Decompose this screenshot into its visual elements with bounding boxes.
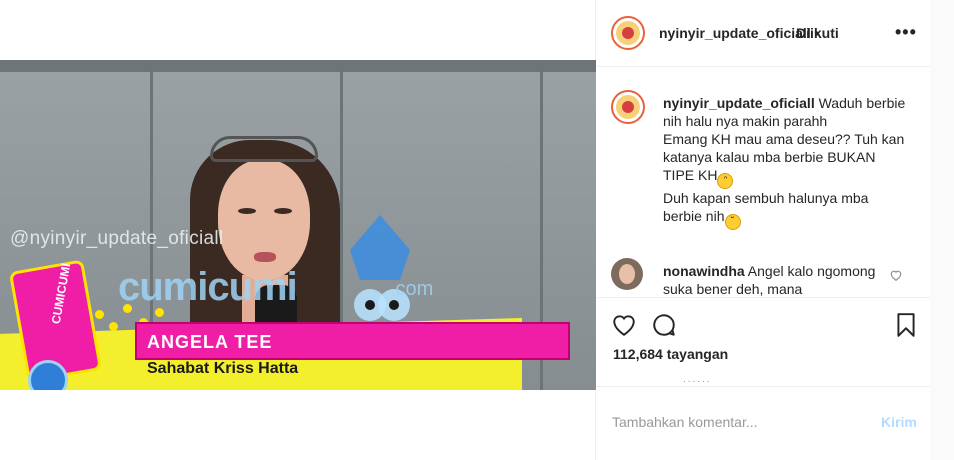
video-player[interactable]: @nyinyir_update_oficiall cumicumi .com C… xyxy=(0,60,596,390)
post-caption: nyinyir_update_oficiall Waduh berbie nih… xyxy=(663,94,908,230)
caption-author-avatar[interactable] xyxy=(611,90,645,124)
comments-section[interactable]: nyinyir_update_oficiall Waduh berbie nih… xyxy=(597,68,930,296)
person-face xyxy=(218,160,310,280)
lower-third-role: Sahabat Kriss Hatta xyxy=(147,360,299,377)
more-options-icon[interactable]: ••• xyxy=(895,23,917,41)
avatar-image xyxy=(616,95,640,119)
caption-line-2: Emang KH mau ama deseu?? Tuh kan katanya… xyxy=(663,131,905,183)
person-eye xyxy=(238,208,256,214)
channel-badge-text: CUMICUMI xyxy=(48,262,74,326)
instagram-post: @nyinyir_update_oficiall cumicumi .com C… xyxy=(0,0,930,460)
squid-mascot-icon xyxy=(350,215,410,321)
author-avatar[interactable] xyxy=(611,16,645,50)
pensive-emoji-icon: ˘ xyxy=(724,214,741,230)
add-comment-bar: Kirim xyxy=(597,386,930,460)
comment-bubble-icon[interactable] xyxy=(651,312,677,338)
video-watermark: @nyinyir_update_oficiall xyxy=(10,228,224,249)
person-eye xyxy=(274,208,292,214)
view-count[interactable]: 112,684 tayangan xyxy=(613,346,728,362)
post-media[interactable]: @nyinyir_update_oficiall cumicumi .com C… xyxy=(0,0,596,460)
video-ceiling-strip xyxy=(0,60,596,72)
comment-input[interactable] xyxy=(612,407,862,437)
send-comment-button[interactable]: Kirim xyxy=(881,414,917,430)
person-mouth xyxy=(254,252,276,262)
brand-logo-suffix: .com xyxy=(390,278,434,300)
sunglasses-on-head xyxy=(210,136,318,162)
grinning-sweat-emoji-icon: ᵔ xyxy=(717,173,734,189)
timestamp-placeholder: ...... xyxy=(683,374,712,385)
caption-line-3: Duh kapan sembuh halunya mba berbie nih xyxy=(663,190,869,224)
commenter-username[interactable]: nonawindha xyxy=(663,263,745,279)
avatar-image xyxy=(616,21,640,45)
post-header: nyinyir_update_oficiall • Diikuti ••• xyxy=(597,0,930,67)
like-comment-heart-icon[interactable] xyxy=(889,268,903,282)
commenter-avatar[interactable] xyxy=(611,258,643,290)
post-side-panel: nyinyir_update_oficiall • Diikuti ••• ny… xyxy=(597,0,930,460)
page-background-strip xyxy=(930,0,954,460)
follow-status-button[interactable]: Diikuti xyxy=(796,25,839,41)
like-heart-icon[interactable] xyxy=(611,312,637,338)
post-actions: 112,684 tayangan ...... xyxy=(597,297,930,387)
lower-third-name: ANGELA TEE xyxy=(147,332,273,352)
author-username-text[interactable]: nyinyir_update_oficiall xyxy=(659,25,811,41)
comment-item: nonawindha Angel kalo ngomong suka bener… xyxy=(663,262,893,296)
caption-username[interactable]: nyinyir_update_oficiall xyxy=(663,95,815,111)
bookmark-icon[interactable] xyxy=(893,312,919,338)
